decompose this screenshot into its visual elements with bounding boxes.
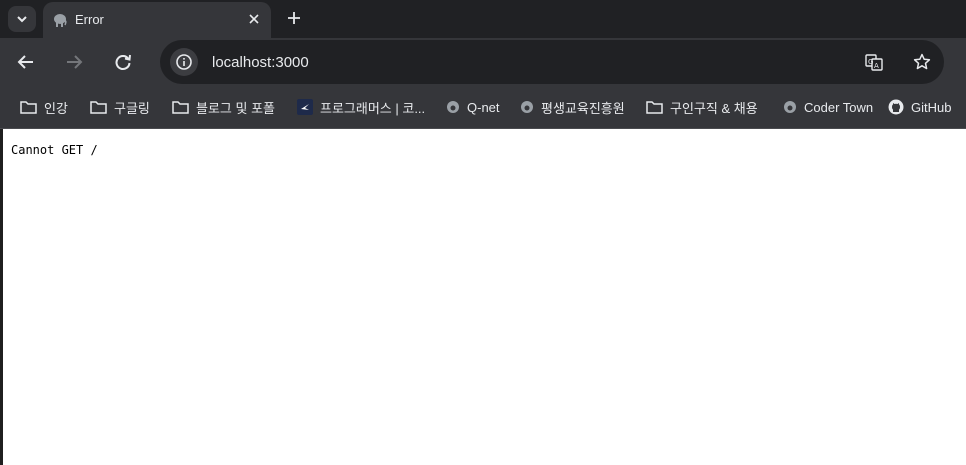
bookmark-label: GitHub bbox=[911, 99, 952, 115]
arrow-left-icon bbox=[17, 55, 33, 69]
bookmark-item[interactable]: Q-net bbox=[446, 97, 500, 117]
bookmark-item[interactable]: 인강 bbox=[20, 97, 68, 117]
reload-icon bbox=[115, 54, 131, 70]
chevron-down-icon bbox=[17, 16, 27, 23]
close-icon bbox=[249, 14, 259, 24]
folder-icon bbox=[20, 101, 37, 114]
new-tab-button[interactable] bbox=[282, 6, 306, 30]
bookmark-item[interactable]: 구인구직 & 채용 bbox=[646, 97, 758, 117]
bookmark-item[interactable]: 블로그 및 포폴 bbox=[172, 97, 275, 117]
reload-button[interactable] bbox=[107, 46, 139, 78]
globe-icon bbox=[521, 101, 533, 113]
programmers-icon bbox=[297, 99, 313, 115]
bookmark-label: 평생교육진흥원 bbox=[541, 100, 625, 116]
error-message: Cannot GET / bbox=[11, 143, 98, 157]
site-info-button[interactable] bbox=[170, 48, 198, 76]
back-button[interactable] bbox=[10, 46, 42, 78]
folder-icon bbox=[646, 101, 663, 114]
bookmark-star-button[interactable] bbox=[910, 50, 934, 74]
globe-icon bbox=[784, 101, 796, 113]
url-text[interactable]: localhost:3000 bbox=[212, 54, 309, 71]
bookmark-item[interactable]: 프로그래머스 | 코... bbox=[297, 97, 425, 117]
arrow-right-icon bbox=[67, 55, 83, 69]
tab-search-button[interactable] bbox=[8, 6, 36, 32]
svg-text:G: G bbox=[868, 58, 873, 66]
translate-button[interactable]: G A bbox=[862, 50, 886, 74]
bookmarks-bar: 인강 구글링 블로그 및 포폴 프로그래머스 | 코... Q-net 평생교육… bbox=[0, 86, 966, 129]
tab-active[interactable]: Error bbox=[43, 2, 271, 38]
bookmark-item[interactable]: 구글링 bbox=[90, 97, 150, 117]
bookmark-label: 프로그래머스 | 코... bbox=[320, 100, 426, 116]
svg-text:A: A bbox=[874, 62, 879, 70]
bookmark-label: 구인구직 & 채용 bbox=[670, 100, 758, 116]
folder-icon bbox=[172, 101, 189, 114]
toolbar: localhost:3000 G A bbox=[0, 38, 966, 86]
address-bar[interactable]: localhost:3000 G A bbox=[160, 40, 944, 84]
bookmark-item[interactable]: Coder Town bbox=[783, 97, 873, 117]
info-icon bbox=[176, 54, 192, 70]
globe-icon bbox=[447, 101, 459, 113]
bookmark-item[interactable]: 평생교육진흥원 bbox=[520, 97, 625, 117]
folder-icon bbox=[90, 101, 107, 114]
page-content: Cannot GET / bbox=[3, 129, 966, 465]
forward-button[interactable] bbox=[58, 46, 90, 78]
elephant-icon bbox=[54, 14, 67, 27]
star-icon bbox=[913, 53, 931, 70]
tab-close-button[interactable] bbox=[243, 8, 265, 30]
tab-strip: Error bbox=[0, 0, 966, 38]
plus-icon bbox=[288, 12, 300, 24]
github-icon bbox=[888, 99, 904, 115]
tab-title: Error bbox=[75, 12, 104, 27]
bookmark-label: 구글링 bbox=[114, 100, 150, 116]
translate-icon: G A bbox=[865, 54, 883, 71]
bookmark-label: Q-net bbox=[467, 99, 500, 115]
bookmark-label: 인강 bbox=[44, 100, 68, 116]
bookmark-item[interactable]: GitHub bbox=[888, 97, 951, 117]
bookmark-label: 블로그 및 포폴 bbox=[196, 100, 275, 116]
bookmark-label: Coder Town bbox=[804, 99, 874, 115]
